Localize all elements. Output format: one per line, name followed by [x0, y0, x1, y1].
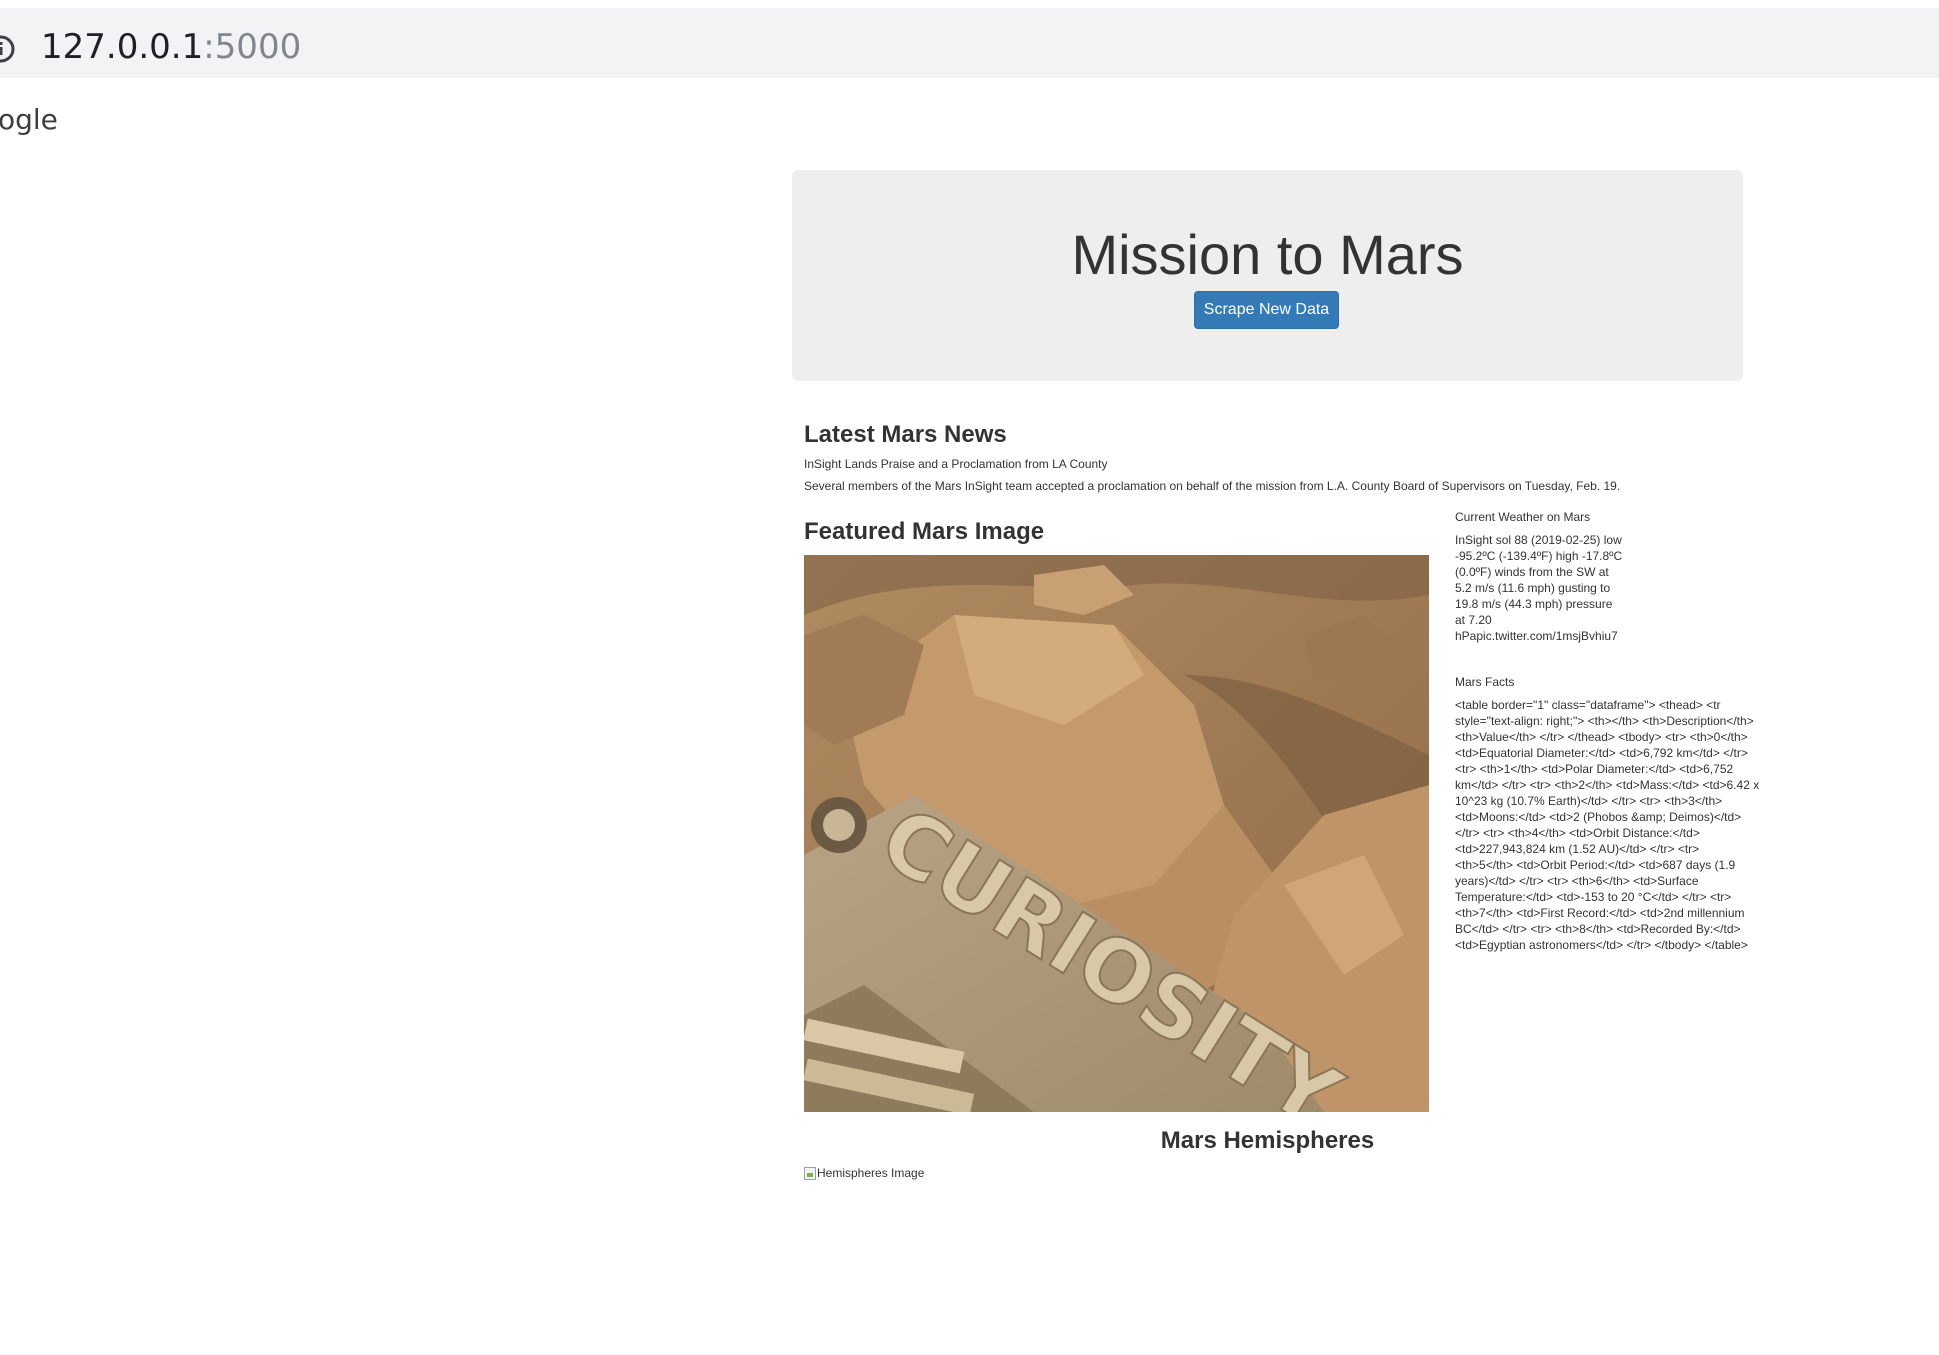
news-heading: Latest Mars News	[804, 421, 1007, 448]
info-icon[interactable]	[0, 34, 16, 64]
address-bar[interactable]: 127.0.0.1:5000	[0, 8, 1939, 78]
hemispheres-heading: Mars Hemispheres	[1160, 1127, 1375, 1154]
news-paragraph: Several members of the Mars InSight team…	[804, 479, 1621, 493]
url-text[interactable]: 127.0.0.1:5000	[41, 27, 301, 67]
bookmark-item[interactable]: ogle	[0, 103, 58, 136]
featured-mars-image: CURIOSITY	[804, 555, 1429, 1112]
page-title: Mission to Mars	[1071, 223, 1464, 286]
news-title: InSight Lands Praise and a Proclamation …	[804, 457, 1108, 471]
url-port: :5000	[203, 27, 302, 67]
scrape-button[interactable]: Scrape New Data	[1194, 291, 1339, 329]
facts-raw-html: <table border="1" class="dataframe"> <th…	[1455, 698, 1760, 952]
facts-heading: Mars Facts	[1455, 675, 1515, 689]
weather-heading: Current Weather on Mars	[1455, 510, 1591, 524]
broken-image-icon	[804, 1166, 816, 1180]
url-host: 127.0.0.1	[41, 27, 204, 67]
mars-rock-photo: CURIOSITY	[804, 555, 1429, 1112]
hemispheres-image: Hemispheres Image	[804, 1165, 924, 1181]
hemispheres-image-alt: Hemispheres Image	[817, 1166, 925, 1180]
jumbotron: Mission to Mars Scrape New Data	[792, 170, 1743, 381]
featured-image-heading: Featured Mars Image	[804, 518, 1045, 545]
weather-text: InSight sol 88 (2019-02-25) low -95.2ºC …	[1455, 533, 1623, 643]
